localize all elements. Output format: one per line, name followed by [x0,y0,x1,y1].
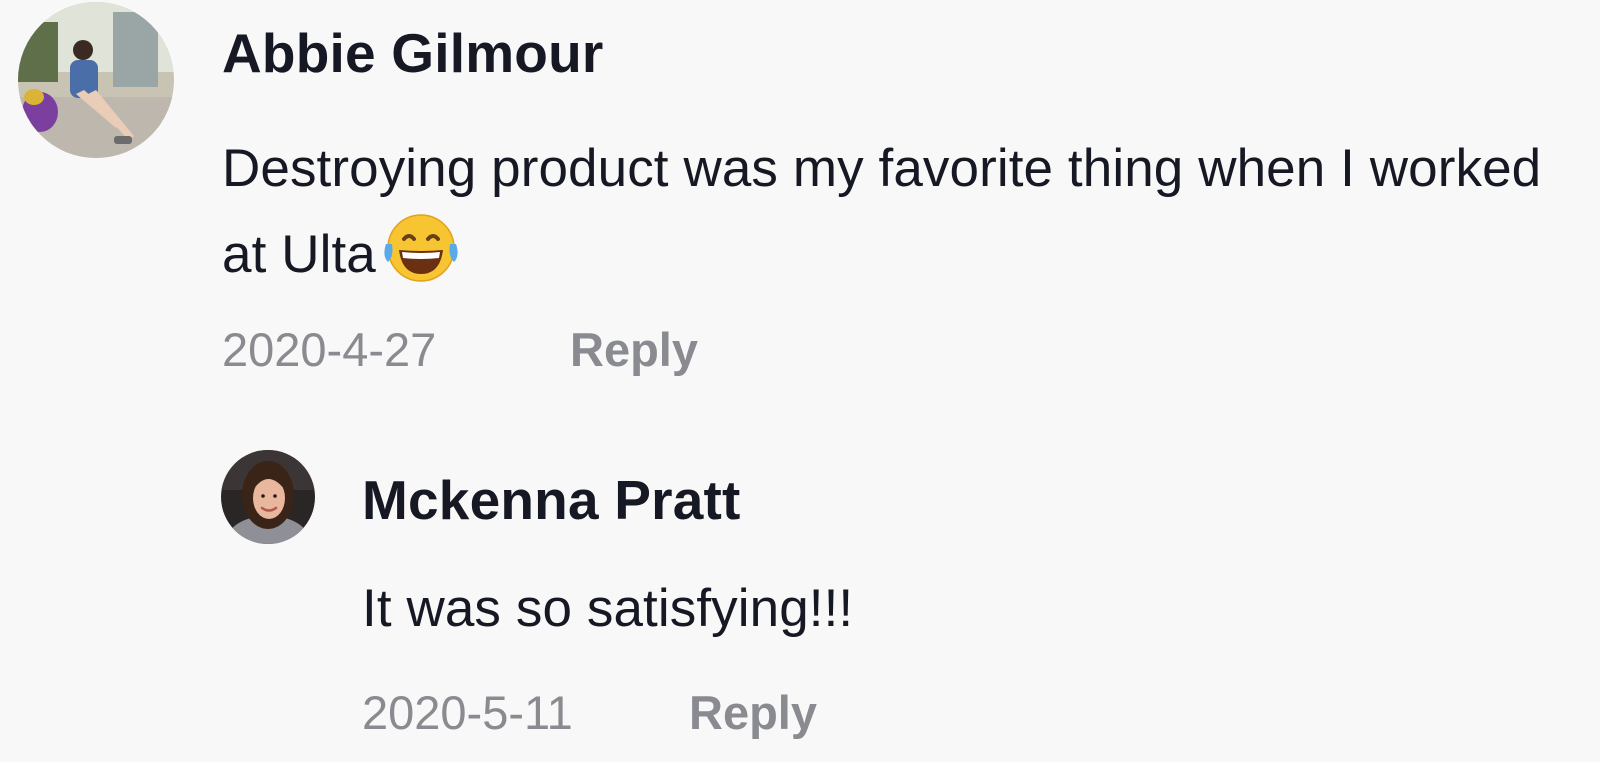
avatar[interactable] [18,2,174,158]
reply-button[interactable]: Reply [689,689,817,736]
comment-username[interactable]: Abbie Gilmour [222,26,604,81]
comment-date: 2020-4-27 [222,323,437,376]
avatar[interactable] [221,450,315,544]
reply-text: It was so satisfying!!! [362,579,854,638]
face-with-tears-of-joy-icon [382,212,460,308]
reply-date: 2020-5-11 [362,686,573,739]
avatar-photo [221,450,315,544]
avatar-photo [18,2,174,158]
reply-username[interactable]: Mckenna Pratt [362,473,741,528]
comment-text: Destroying product was my favorite thing… [222,126,1572,308]
reply-button[interactable]: Reply [570,326,698,373]
